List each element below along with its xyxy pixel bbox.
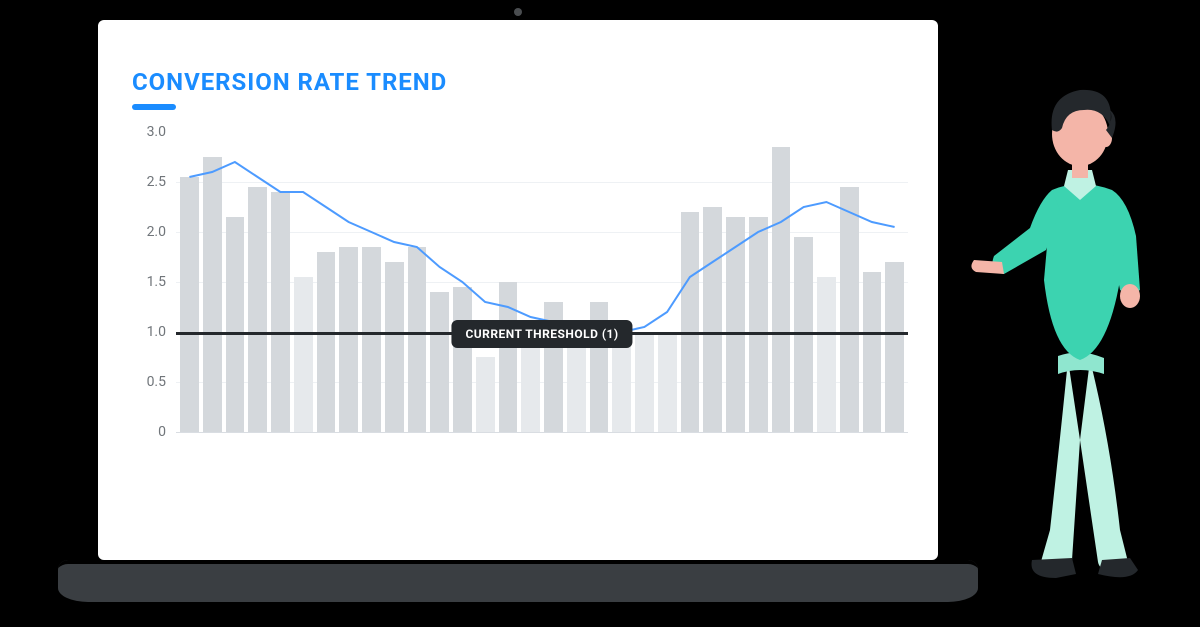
conversion-chart: 00.51.01.52.02.53.0 CURRENT THRESHOLD (1… [122, 132, 912, 462]
trend-line [176, 132, 908, 432]
title-underline [132, 104, 176, 110]
chart-title: CONVERSION RATE TREND [132, 68, 447, 96]
y-tick-label: 0 [158, 424, 166, 440]
threshold-line: CURRENT THRESHOLD (1) [176, 332, 908, 335]
y-tick-label: 1.5 [147, 274, 166, 290]
plot-area: CURRENT THRESHOLD (1) [176, 132, 908, 433]
threshold-badge: CURRENT THRESHOLD (1) [451, 320, 632, 348]
laptop-screen: CONVERSION RATE TREND 0 0.5 1.0 1.5 2.0 2.5 3.… [98, 20, 938, 560]
y-tick-label: 2.5 [147, 174, 166, 190]
y-tick-label: 2.0 [147, 224, 166, 240]
person-illustration [980, 60, 1180, 580]
y-axis-labels: 00.51.01.52.02.53.0 [122, 132, 170, 432]
y-tick-label: 0.5 [147, 374, 166, 390]
laptop-base [58, 560, 978, 602]
y-tick-label: 1.0 [147, 324, 166, 340]
camera-dot [514, 8, 522, 16]
y-tick-label: 3.0 [147, 124, 166, 140]
